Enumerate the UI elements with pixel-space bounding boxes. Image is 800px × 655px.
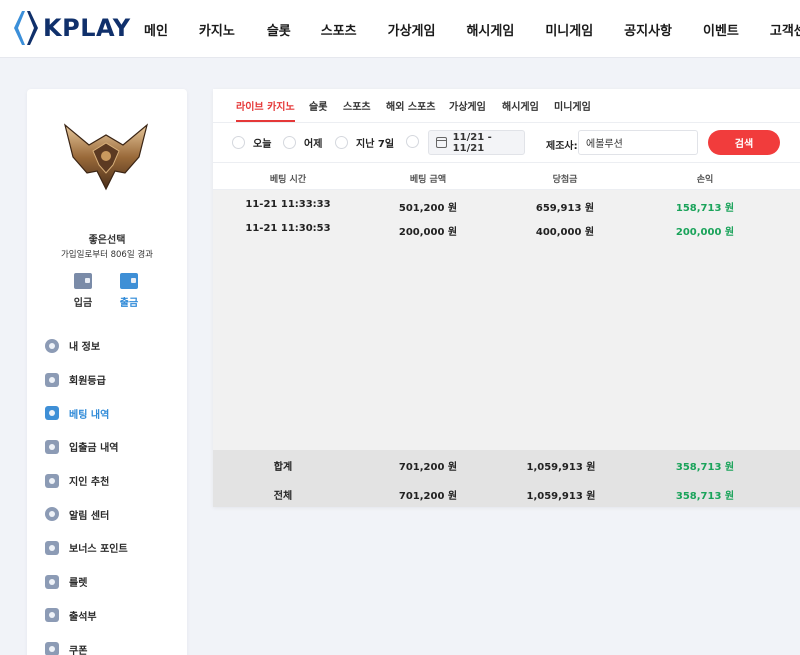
tab-live-casino[interactable]: 라이브 카지노 <box>236 98 295 122</box>
sidebar-item-roulette[interactable]: 룰렛 <box>45 565 185 599</box>
sidebar-item-attendance[interactable]: 출석부 <box>45 599 185 633</box>
calendar-icon <box>435 137 447 148</box>
tab-mini-game[interactable]: 미니게임 <box>554 98 591 113</box>
table-totals: 합계 701,200 원 1,059,913 원 358,713 원 전체 70… <box>213 450 800 507</box>
tab-virtual-game[interactable]: 가상게임 <box>449 98 486 113</box>
nav-customer-center[interactable]: 고객센터 <box>770 20 800 39</box>
provider-input[interactable] <box>578 130 698 155</box>
game-tabs: 라이브 카지노 슬롯 스포츠 해외 스포츠 가상게임 해시게임 미니게임 <box>213 89 800 123</box>
withdraw-button[interactable]: 출금 <box>109 273 149 309</box>
sidebar: 좋은선택 가입일로부터 806일 경과 입금 출금 내 정보 회원등급 베팅 내… <box>27 89 187 655</box>
tab-overseas-sports[interactable]: 해외 스포츠 <box>386 98 435 113</box>
rank-emblem-icon <box>63 123 149 191</box>
tab-slot[interactable]: 슬롯 <box>309 98 327 113</box>
column-bet-amount: 베팅 금액 <box>409 175 447 185</box>
radio-today[interactable]: 오늘 <box>232 135 271 150</box>
column-winnings: 당첨금 <box>552 175 578 185</box>
nav-casino[interactable]: 카지노 <box>199 20 235 39</box>
wallet-icon <box>45 439 59 454</box>
coupon-icon <box>45 642 59 655</box>
table-row[interactable]: 11-21 11:30:53 200,000 원 400,000 원 200,0… <box>213 216 800 242</box>
calendar-check-icon <box>45 608 59 623</box>
roulette-icon <box>45 574 59 589</box>
nav-main[interactable]: 메인 <box>144 20 168 39</box>
nav-hash-game[interactable]: 해시게임 <box>466 20 514 39</box>
nav-notice[interactable]: 공지사항 <box>624 20 672 39</box>
deposit-button[interactable]: 입금 <box>63 273 103 309</box>
heart-icon <box>45 473 59 488</box>
wallet-icon <box>120 273 138 289</box>
tab-hash-game[interactable]: 해시게임 <box>502 98 539 113</box>
profile-icon <box>45 338 59 353</box>
tab-sports[interactable]: 스포츠 <box>343 98 371 113</box>
sidebar-item-member-level[interactable]: 회원등급 <box>45 363 185 397</box>
kplay-logo[interactable]: KPLAY <box>12 9 131 47</box>
date-range-picker[interactable]: 11/21 - 11/21 <box>428 130 525 155</box>
betting-history-panel: 라이브 카지노 슬롯 스포츠 해외 스포츠 가상게임 해시게임 미니게임 오늘 … <box>213 89 800 507</box>
radio-last-7-days[interactable]: 지난 7일 <box>335 135 394 150</box>
chat-icon <box>45 507 59 522</box>
wallet-icon <box>74 273 92 289</box>
total-row: 전체 701,200 원 1,059,913 원 358,713 원 <box>273 491 735 502</box>
table-header: 베팅 시간 베팅 금액 당첨금 손익 <box>213 164 800 190</box>
provider-label: 제조사: <box>546 141 578 152</box>
sidebar-menu: 내 정보 회원등급 베팅 내역 입출금 내역 지인 추천 알림 센터 보너스 포… <box>45 329 185 655</box>
nav-mini-game[interactable]: 미니게임 <box>545 20 593 39</box>
logo-mark-icon <box>14 11 38 45</box>
user-days-since-join: 가입일로부터 806일 경과 <box>60 250 153 260</box>
main-nav: 메인 카지노 슬롯 스포츠 가상게임 해시게임 미니게임 공지사항 이벤트 고객… <box>134 0 800 58</box>
column-bet-time: 베팅 시간 <box>269 175 307 185</box>
nav-slot[interactable]: 슬롯 <box>267 20 291 39</box>
sidebar-item-coupon[interactable]: 쿠폰 <box>45 632 185 655</box>
radio-custom-range[interactable] <box>406 135 427 148</box>
sidebar-item-notification-center[interactable]: 알림 센터 <box>45 497 185 531</box>
radio-yesterday[interactable]: 어제 <box>283 135 322 150</box>
sidebar-item-referral[interactable]: 지인 추천 <box>45 464 185 498</box>
document-icon <box>45 406 59 421</box>
shield-icon <box>45 372 59 387</box>
sidebar-item-bonus-point[interactable]: 보너스 포인트 <box>45 531 185 565</box>
nav-sports[interactable]: 스포츠 <box>321 20 357 39</box>
card-icon <box>45 540 59 555</box>
logo-text: KPLAY <box>43 14 131 42</box>
column-profit-loss: 손익 <box>696 175 714 185</box>
sidebar-item-transaction-history[interactable]: 입출금 내역 <box>45 430 185 464</box>
subtotal-row: 합계 701,200 원 1,059,913 원 358,713 원 <box>273 462 735 473</box>
filter-bar: 오늘 어제 지난 7일 11/21 - 11/21 제조사: 검색 <box>213 123 800 163</box>
table-body: 11-21 11:33:33 501,200 원 659,913 원 158,7… <box>213 190 800 450</box>
top-header: KPLAY 메인 카지노 슬롯 스포츠 가상게임 해시게임 미니게임 공지사항 … <box>0 0 800 58</box>
user-name: 좋은선택 <box>88 235 126 246</box>
nav-event[interactable]: 이벤트 <box>703 20 739 39</box>
sidebar-item-betting-history[interactable]: 베팅 내역 <box>45 396 185 430</box>
table-row[interactable]: 11-21 11:33:33 501,200 원 659,913 원 158,7… <box>213 192 800 218</box>
search-button[interactable]: 검색 <box>708 130 780 155</box>
nav-virtual-game[interactable]: 가상게임 <box>388 20 436 39</box>
sidebar-item-my-info[interactable]: 내 정보 <box>45 329 185 363</box>
